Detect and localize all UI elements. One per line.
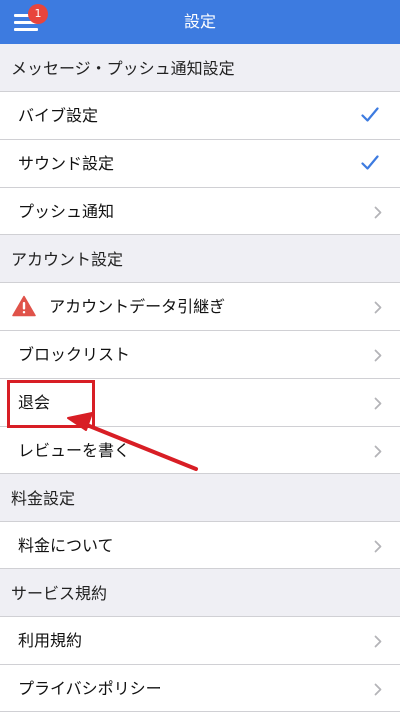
setting-row-label: レビューを書く [18, 441, 131, 460]
chevron-right-icon [374, 635, 382, 648]
setting-row-label: プライバシポリシー [18, 679, 162, 698]
setting-row-label: アカウントデータ引継ぎ [49, 297, 226, 316]
setting-row-pricing-info[interactable]: 料金について [0, 521, 400, 569]
section-group-pricing: 料金について [0, 521, 400, 569]
setting-row-label: 退会 [18, 393, 51, 412]
setting-row-label: 料金について [18, 536, 114, 555]
page-title: 設定 [183, 12, 216, 31]
chevron-right-icon [374, 397, 382, 410]
checkmark-icon [361, 107, 379, 122]
section-header-account: アカウント設定 [0, 235, 400, 282]
section-group-terms: 利用規約 プライバシポリシー [0, 616, 400, 712]
setting-row-push-notification[interactable]: プッシュ通知 [0, 187, 400, 235]
setting-row-terms-of-use[interactable]: 利用規約 [0, 616, 400, 664]
setting-row-label: ブロックリスト [18, 345, 131, 364]
setting-row-label: サウンド設定 [18, 154, 115, 173]
chevron-right-icon [374, 683, 382, 696]
section-header-terms: サービス規約 [0, 569, 400, 616]
setting-row-block-list[interactable]: ブロックリスト [0, 330, 400, 378]
setting-row-label: バイブ設定 [18, 106, 99, 125]
chevron-right-icon [374, 540, 382, 553]
chevron-right-icon [374, 445, 382, 458]
checkmark-icon [361, 155, 379, 170]
app-header: 1 設定 [0, 0, 400, 44]
section-group-account: アカウントデータ引継ぎ ブロックリスト 退会 レビューを書く [0, 282, 400, 474]
chevron-right-icon [374, 301, 382, 314]
warning-icon [12, 295, 36, 317]
setting-row-label: プッシュ通知 [18, 202, 115, 221]
section-header-notifications: メッセージ・プッシュ通知設定 [0, 44, 400, 91]
setting-row-sound[interactable]: サウンド設定 [0, 139, 400, 187]
setting-row-account-transfer[interactable]: アカウントデータ引継ぎ [0, 282, 400, 330]
chevron-right-icon [374, 206, 382, 219]
section-header-pricing: 料金設定 [0, 474, 400, 521]
section-group-notifications: バイブ設定 サウンド設定 プッシュ通知 [0, 91, 400, 235]
setting-row-privacy-policy[interactable]: プライバシポリシー [0, 664, 400, 712]
chevron-right-icon [374, 349, 382, 362]
setting-row-vibration[interactable]: バイブ設定 [0, 91, 400, 139]
setting-row-label: 利用規約 [18, 631, 83, 650]
setting-row-withdraw[interactable]: 退会 [0, 378, 400, 426]
settings-list: メッセージ・プッシュ通知設定 バイブ設定 サウンド設定 プッシュ通知 アカウント… [0, 44, 400, 712]
setting-row-write-review[interactable]: レビューを書く [0, 426, 400, 474]
